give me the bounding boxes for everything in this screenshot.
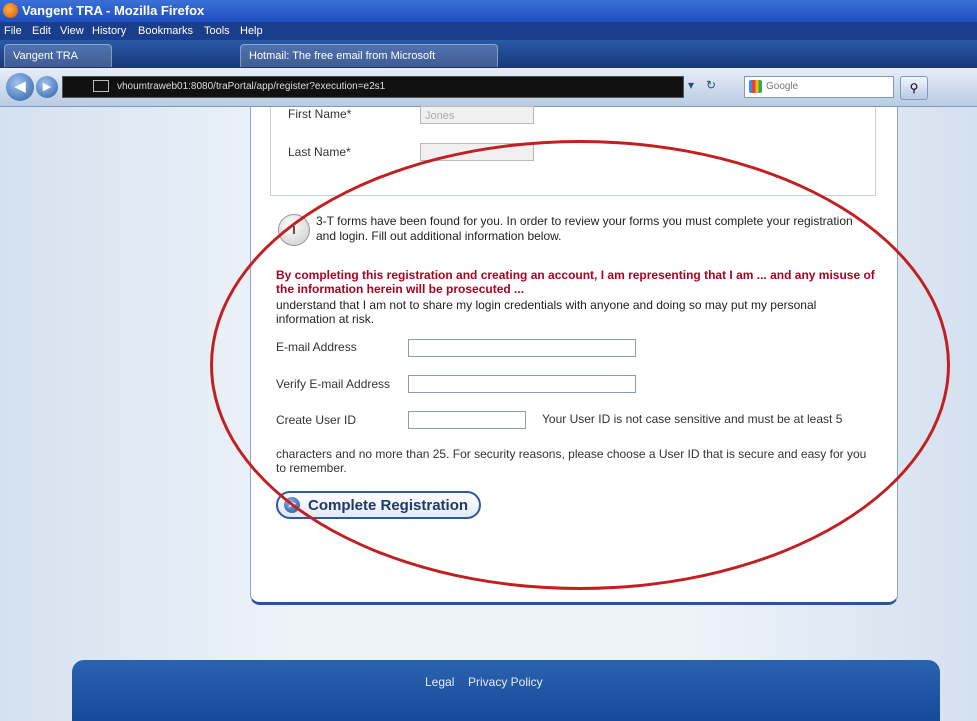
menu-view[interactable]: View <box>60 25 84 37</box>
complete-registration-button[interactable]: ➤ Complete Registration <box>276 491 481 519</box>
last-name-label: Last Name* <box>288 145 351 159</box>
navigation-toolbar: ◀ ▶ vhoumtraweb01:8080/traPortal/app/reg… <box>0 68 977 107</box>
search-icon: ⚲ <box>909 81 919 95</box>
back-button[interactable]: ◀ <box>6 73 34 101</box>
forward-button[interactable]: ▶ <box>36 76 58 98</box>
email-label: E-mail Address <box>276 340 357 354</box>
search-input[interactable]: Google <box>744 76 894 98</box>
info-icon: i <box>278 214 310 246</box>
tab-label: Vangent TRA <box>13 50 79 62</box>
info-text: 3-T forms have been found for you. In or… <box>316 214 853 243</box>
tab-bar: Vangent TRA Hotmail: The free email from… <box>0 40 977 68</box>
search-placeholder: Google <box>766 81 799 92</box>
privacy-policy-link[interactable]: Privacy Policy <box>468 675 543 689</box>
page-footer: Legal Privacy Policy <box>72 660 940 721</box>
user-id-label: Create User ID <box>276 413 357 427</box>
url-text: vhoumtraweb01:8080/traPortal/app/registe… <box>117 81 386 92</box>
disclaimer-text: understand that I am not to share my log… <box>276 298 817 326</box>
window-titlebar: Vangent TRA - Mozilla Firefox <box>0 0 977 22</box>
page-icon <box>93 80 109 93</box>
email-field[interactable] <box>408 339 636 357</box>
menu-file[interactable]: File <box>4 25 22 37</box>
info-message: i 3-T forms have been found for you. In … <box>278 212 878 252</box>
legal-link[interactable]: Legal <box>425 675 454 689</box>
chevron-down-icon[interactable]: ▾ <box>688 78 694 92</box>
menu-bookmarks[interactable]: Bookmarks <box>138 25 193 37</box>
first-name-value: Jones <box>425 110 455 122</box>
address-bar[interactable]: vhoumtraweb01:8080/traPortal/app/registe… <box>62 76 684 98</box>
user-id-hint-details: characters and no more than 25. For secu… <box>276 447 867 475</box>
menu-edit[interactable]: Edit <box>32 25 51 37</box>
reload-icon[interactable]: ↻ <box>706 78 716 92</box>
verify-email-label: Verify E-mail Address <box>276 377 391 391</box>
arrow-right-icon: ➤ <box>284 497 300 513</box>
menu-history[interactable]: History <box>92 25 126 37</box>
tab-vangent-tra[interactable]: Vangent TRA <box>4 44 112 67</box>
user-id-hint: Your User ID is not case sensitive and m… <box>542 412 843 426</box>
complete-registration-label: Complete Registration <box>308 497 469 514</box>
verify-email-field[interactable] <box>408 375 636 393</box>
last-name-field <box>420 143 534 161</box>
window-title: Vangent TRA - Mozilla Firefox <box>22 3 205 18</box>
first-name-field: Jones <box>420 106 534 124</box>
disclaimer: By completing this registration and crea… <box>276 268 876 326</box>
firefox-icon <box>3 3 18 18</box>
tab-hotmail[interactable]: Hotmail: The free email from Microsoft <box>240 44 498 67</box>
user-id-field[interactable] <box>408 411 526 429</box>
tab-label: Hotmail: The free email from Microsoft <box>249 50 436 62</box>
menu-tools[interactable]: Tools <box>204 25 230 37</box>
name-section <box>270 107 876 196</box>
google-icon <box>749 79 762 93</box>
search-button[interactable]: ⚲ <box>900 76 928 100</box>
disclaimer-warning: By completing this registration and crea… <box>276 268 875 296</box>
menu-bar: File Edit View History Bookmarks Tools H… <box>0 22 977 40</box>
menu-help[interactable]: Help <box>240 25 263 37</box>
first-name-label: First Name* <box>288 107 352 121</box>
